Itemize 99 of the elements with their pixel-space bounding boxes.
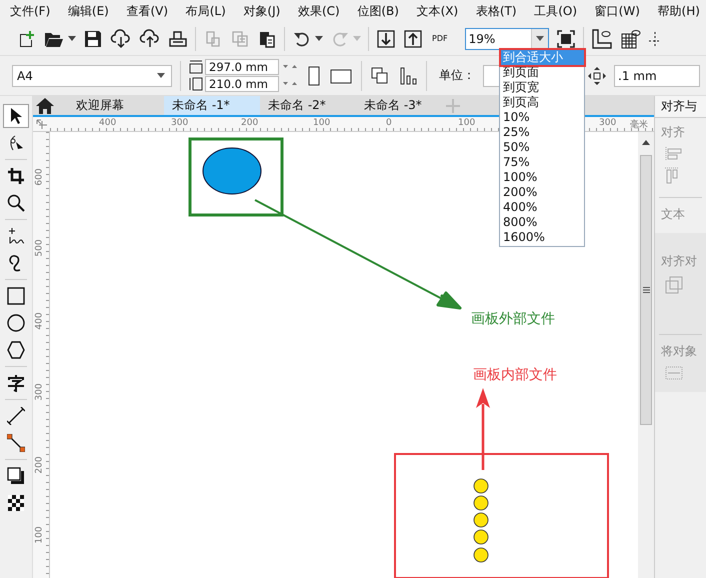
ruler-origin-icon[interactable] <box>36 119 48 129</box>
dimension-line-icon <box>7 407 25 425</box>
zoom-option[interactable]: 75% <box>501 155 584 170</box>
zoom-option[interactable]: 100% <box>501 170 584 185</box>
zoom-option[interactable]: 到页面 <box>501 65 584 80</box>
overlap-squares-icon <box>665 276 683 294</box>
pointer-icon <box>8 107 24 125</box>
section-label: 文本 <box>660 206 686 223</box>
section-label: 将对象 <box>660 343 698 360</box>
menu-item[interactable]: 文件(F) <box>10 2 50 20</box>
ruler-label: 200 <box>241 118 258 128</box>
text-tool-icon <box>7 374 25 392</box>
page-height-field[interactable]: 210.0 mm <box>205 76 279 92</box>
hexagon-icon <box>7 341 25 359</box>
menu-item[interactable]: 文本(X) <box>416 2 458 20</box>
document-tab[interactable]: 欢迎屏幕 <box>68 96 164 115</box>
caret-icon[interactable] <box>315 36 323 41</box>
zoom-icon <box>7 194 25 212</box>
section-label: 对齐 <box>660 124 686 141</box>
ruler-label: 300 <box>171 118 188 128</box>
menu-item[interactable]: 效果(C) <box>298 2 340 20</box>
connector-icon <box>7 434 25 452</box>
pdf-button[interactable]: PDF <box>430 33 450 44</box>
zoom-option[interactable]: 50% <box>501 140 584 155</box>
page-width-icon <box>189 60 203 74</box>
zoom-option[interactable]: 400% <box>501 200 584 215</box>
full-screen-icon[interactable] <box>556 28 576 48</box>
ruler-label: 100 <box>313 118 330 128</box>
document-tab[interactable]: 未命名 -1* <box>164 96 260 115</box>
cloud-upload-icon[interactable] <box>139 28 161 48</box>
landscape-icon[interactable] <box>329 66 353 84</box>
unit-label: 单位： <box>439 67 475 84</box>
annotation-label: 画板内部文件 <box>473 367 557 383</box>
annotation-label: 画板外部文件 <box>471 311 555 327</box>
ruler-label: 600 <box>34 168 45 186</box>
ruler-label: 200 <box>34 456 45 474</box>
menu-item[interactable]: 编辑(E) <box>68 2 109 20</box>
ruler-label: 0 <box>386 118 392 128</box>
bars-icon[interactable] <box>398 66 418 86</box>
scroll-up-icon[interactable] <box>642 140 650 145</box>
document-tab[interactable]: 未命名 -3* <box>356 96 452 115</box>
menu-item[interactable]: 查看(V) <box>126 2 168 20</box>
rectangle-icon <box>7 287 25 305</box>
section-label: 对齐对 <box>660 253 698 270</box>
ruler-label: 100 <box>458 118 476 128</box>
document-tab[interactable]: 未命名 -2* <box>260 96 356 115</box>
export-icon[interactable] <box>403 28 423 48</box>
zoom-option[interactable]: 到页宽 <box>501 80 584 95</box>
docker-tab[interactable]: 对齐与 <box>655 96 706 118</box>
zoom-option[interactable]: 800% <box>501 215 584 230</box>
ruler-label: 300 <box>599 118 616 128</box>
ruler-label: 400 <box>34 312 45 330</box>
menu-item[interactable]: 位图(B) <box>357 2 399 20</box>
menu-item[interactable]: 工具(O) <box>534 2 577 20</box>
grid-icon[interactable] <box>620 28 642 50</box>
align-top-icon <box>665 167 679 185</box>
caret-icon <box>157 73 165 78</box>
menu-item[interactable]: 窗口(W) <box>594 2 640 20</box>
grip-icon <box>642 287 650 293</box>
distribute-icon <box>665 366 683 380</box>
print-icon[interactable] <box>168 28 188 48</box>
home-icon[interactable] <box>36 98 54 114</box>
ruler-unit: 毫米 <box>630 118 648 131</box>
zoom-option[interactable]: 到页高 <box>501 95 584 110</box>
zoom-combo[interactable]: 19% <box>464 28 549 50</box>
checkerboard-icon <box>8 495 24 511</box>
zoom-option[interactable]: 200% <box>501 185 584 200</box>
cloud-download-icon[interactable] <box>110 28 132 48</box>
zoom-option[interactable]: 10% <box>501 110 584 125</box>
menu-item[interactable]: 帮助(H) <box>658 2 700 20</box>
align-left-icon <box>665 147 683 161</box>
crop-icon <box>7 167 25 185</box>
freehand-icon <box>7 227 25 245</box>
ellipse-shape <box>202 148 262 194</box>
ruler-icon[interactable] <box>590 28 613 50</box>
ruler-label: 400 <box>99 118 116 128</box>
ruler-label: 100 <box>34 526 45 544</box>
import-icon[interactable] <box>376 28 396 48</box>
portrait-icon[interactable] <box>307 64 321 86</box>
tool-button[interactable] <box>3 104 29 128</box>
menu-item[interactable]: 对象(J) <box>243 2 280 20</box>
save-icon[interactable] <box>83 28 103 48</box>
ellipse-icon <box>7 314 25 332</box>
page-height-icon <box>189 77 203 91</box>
nudge-icon <box>588 66 606 84</box>
caret-icon <box>536 36 544 41</box>
ruler-label: 500 <box>34 239 45 257</box>
caret-icon[interactable] <box>68 36 76 41</box>
page-width-field[interactable]: 297.0 mm <box>205 59 279 75</box>
scroll-thumb[interactable] <box>640 155 652 425</box>
drop-shadow-icon <box>7 467 25 485</box>
pages-icon[interactable] <box>370 66 390 86</box>
page-size-dropdown[interactable]: A4 <box>12 64 172 86</box>
zoom-option[interactable]: 25% <box>501 125 584 140</box>
menu-item[interactable]: 布局(L) <box>186 2 226 20</box>
nudge-field[interactable]: .1 mm <box>614 64 700 86</box>
ruler-label: 300 <box>34 383 45 401</box>
menu-item[interactable]: 表格(T) <box>476 2 517 20</box>
zoom-option[interactable]: 1600% <box>501 230 584 245</box>
